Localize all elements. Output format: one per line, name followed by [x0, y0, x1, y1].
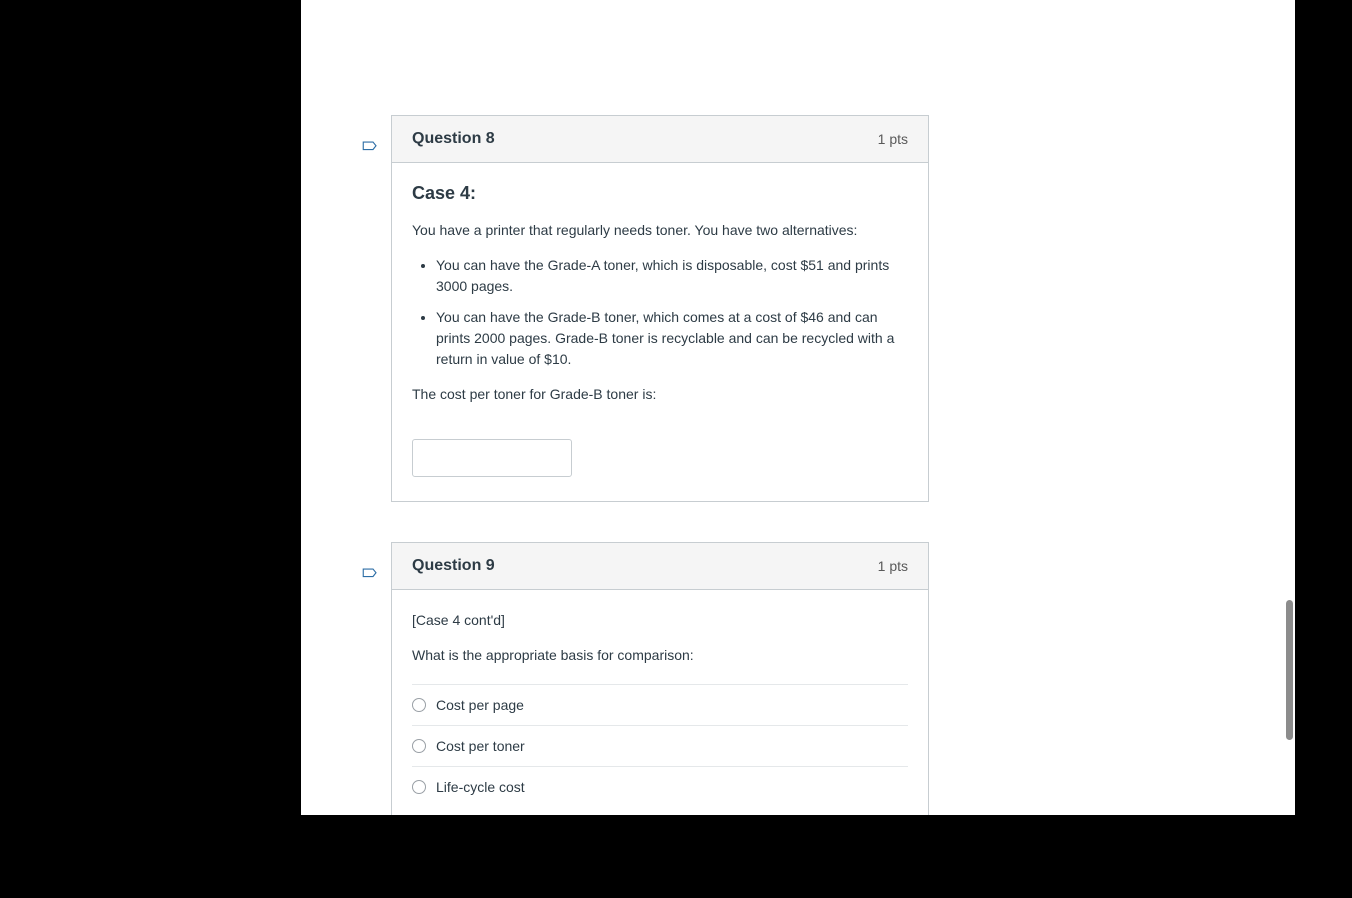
radio-icon	[412, 739, 426, 753]
question-8-title: Question 8	[412, 130, 495, 148]
q9-option-3-label: Life-cycle cost	[436, 779, 525, 795]
flag-icon[interactable]	[361, 139, 379, 157]
q9-option-1[interactable]: Cost per page	[412, 684, 908, 725]
radio-icon	[412, 698, 426, 712]
quiz-page: Question 8 1 pts Case 4: You have a prin…	[301, 0, 1295, 815]
flag-column	[361, 566, 387, 584]
q8-prompt: The cost per toner for Grade-B toner is:	[412, 384, 908, 405]
q9-option-1-label: Cost per page	[436, 697, 524, 713]
question-8-pts: 1 pts	[878, 131, 908, 147]
question-8-card: Question 8 1 pts Case 4: You have a prin…	[391, 115, 929, 502]
question-8-row: Question 8 1 pts Case 4: You have a prin…	[361, 115, 1235, 502]
q9-options: Cost per page Cost per toner Life-cycle …	[412, 684, 908, 807]
content-wrap: Question 8 1 pts Case 4: You have a prin…	[301, 0, 1295, 815]
question-9-header: Question 9 1 pts	[392, 543, 928, 590]
case-4-title: Case 4:	[412, 183, 908, 204]
q9-option-2-label: Cost per toner	[436, 738, 525, 754]
question-9-title: Question 9	[412, 557, 495, 575]
q8-intro: You have a printer that regularly needs …	[412, 220, 908, 241]
q9-prompt: What is the appropriate basis for compar…	[412, 645, 908, 666]
q9-option-2[interactable]: Cost per toner	[412, 725, 908, 766]
radio-icon	[412, 780, 426, 794]
q8-bullet-1: You can have the Grade-A toner, which is…	[436, 255, 908, 297]
flag-icon[interactable]	[361, 566, 379, 584]
q9-option-3[interactable]: Life-cycle cost	[412, 766, 908, 807]
question-9-row: Question 9 1 pts [Case 4 cont'd] What is…	[361, 542, 1235, 815]
q9-contd: [Case 4 cont'd]	[412, 610, 908, 631]
q8-bullets: You can have the Grade-A toner, which is…	[412, 255, 908, 370]
q8-bullet-2: You can have the Grade-B toner, which co…	[436, 307, 908, 370]
question-9-body: [Case 4 cont'd] What is the appropriate …	[392, 590, 928, 815]
question-8-header: Question 8 1 pts	[392, 116, 928, 163]
flag-column	[361, 139, 387, 157]
question-8-body: Case 4: You have a printer that regularl…	[392, 163, 928, 501]
q8-answer-input[interactable]	[412, 439, 572, 477]
question-9-card: Question 9 1 pts [Case 4 cont'd] What is…	[391, 542, 929, 815]
question-9-pts: 1 pts	[878, 558, 908, 574]
scrollbar-thumb[interactable]	[1286, 600, 1293, 740]
